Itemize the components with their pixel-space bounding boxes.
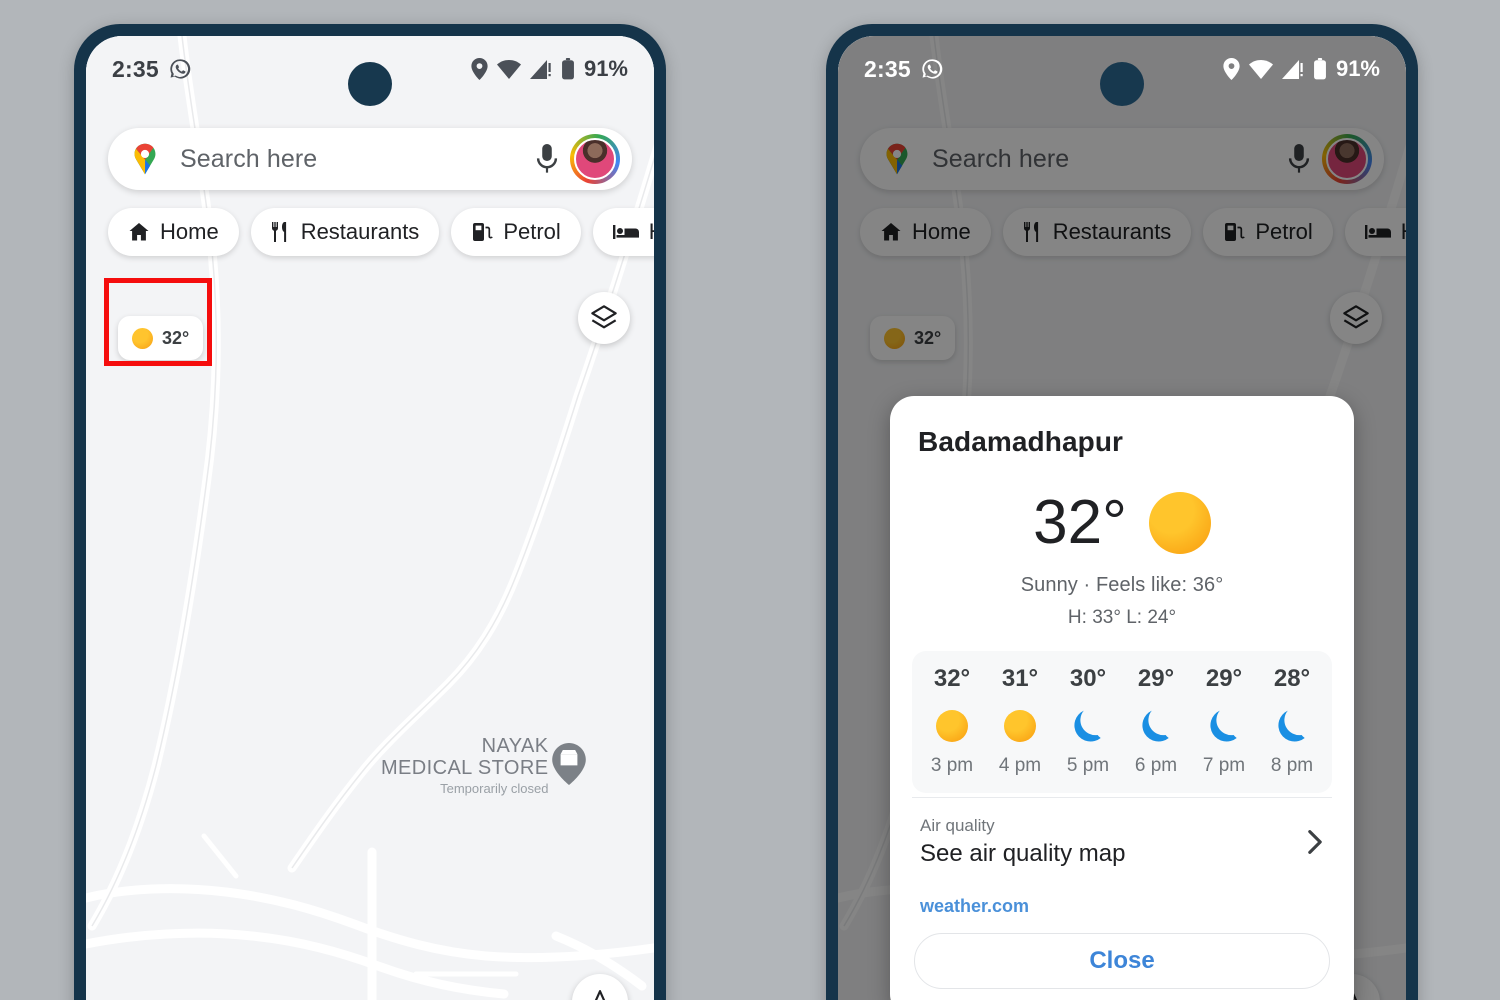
chip-petrol[interactable]: Petrol	[451, 208, 581, 256]
status-right-group: 91%	[471, 56, 628, 82]
hourly-temp: 28°	[1273, 665, 1311, 692]
camera-notch	[1100, 62, 1144, 106]
phone-left: NAYAK MEDICAL STORE Temporarily closed 2…	[74, 24, 666, 1000]
layers-button[interactable]	[578, 292, 630, 344]
hourly-temp: 29°	[1137, 665, 1175, 692]
chip-hotels[interactable]: Hotels	[592, 208, 654, 256]
hourly-temp: 32°	[933, 665, 971, 692]
phone-right-screen: 2:35 91% Search here Home Restaurants Pe…	[838, 36, 1406, 1000]
hotel-bed-icon	[612, 222, 639, 242]
hourly-item[interactable]: 29° 6 pm	[1122, 665, 1190, 777]
location-icon	[471, 58, 488, 80]
condition-summary: Sunny · Feels like: 36°	[1020, 574, 1224, 596]
location-icon	[1223, 58, 1240, 80]
microphone-icon[interactable]	[536, 144, 558, 174]
air-quality-text: Air quality See air quality map	[920, 816, 1306, 868]
status-right-group: 91%	[1223, 56, 1380, 82]
weather-dialog: Badamadhapur 32° Sunny · Feels like: 36°…	[890, 396, 1354, 1000]
hourly-forecast: 32° 3 pm 31° 4 pm 30° 5 pm 29° 6 pm 29° …	[912, 651, 1332, 793]
fuel-pump-icon	[471, 221, 494, 243]
hourly-item[interactable]: 28° 8 pm	[1258, 665, 1326, 777]
search-bar[interactable]: Search here	[108, 128, 632, 190]
hourly-time: 5 pm	[1066, 755, 1110, 776]
layers-icon	[590, 304, 618, 332]
weather-chip[interactable]: 32°	[118, 316, 204, 360]
sun-icon	[1148, 492, 1211, 554]
high-low-label: H: 33° L: 24°	[1067, 607, 1177, 628]
sun-icon	[986, 703, 1054, 749]
store-pin-icon	[552, 742, 587, 790]
battery-percent-label: 91%	[1335, 56, 1380, 81]
hourly-item[interactable]: 30° 5 pm	[1054, 665, 1122, 777]
restaurant-icon	[271, 221, 291, 243]
current-temp: 32°	[1033, 488, 1127, 557]
current-conditions: 32°	[890, 492, 1354, 554]
clock-label: 2:35	[864, 55, 911, 82]
signal-icon	[1281, 59, 1304, 79]
clock-label: 2:35	[112, 55, 159, 82]
air-quality-label: Air quality	[920, 816, 995, 835]
home-icon	[128, 221, 150, 243]
hourly-time: 6 pm	[1134, 755, 1178, 776]
chip-label: Home	[160, 219, 219, 244]
hourly-temp: 29°	[1205, 665, 1243, 692]
phone-right: 2:35 91% Search here Home Restaurants Pe…	[826, 24, 1418, 1000]
map-poi-nayak-medical-store[interactable]: NAYAK MEDICAL STORE Temporarily closed	[381, 735, 587, 797]
status-left-group: 2:35	[864, 56, 943, 83]
search-input[interactable]: Search here	[180, 145, 536, 174]
chip-restaurants[interactable]: Restaurants	[250, 208, 440, 256]
avatar[interactable]	[570, 134, 620, 184]
sun-icon	[132, 327, 153, 349]
chip-label: Restaurants	[300, 219, 420, 244]
hourly-temp: 30°	[1069, 665, 1107, 692]
my-location-icon	[587, 989, 613, 1000]
avatar-image	[574, 138, 616, 180]
status-left-group: 2:35	[112, 56, 191, 83]
hourly-time: 3 pm	[930, 755, 974, 776]
chip-home[interactable]: Home	[108, 208, 239, 256]
whatsapp-icon	[921, 58, 943, 80]
battery-icon	[561, 58, 575, 80]
phone-left-screen: NAYAK MEDICAL STORE Temporarily closed 2…	[86, 36, 654, 1000]
moon-icon	[1122, 703, 1190, 749]
hourly-item[interactable]: 31° 4 pm	[986, 665, 1054, 777]
hourly-time: 4 pm	[998, 755, 1042, 776]
hourly-temp: 31°	[1001, 665, 1039, 692]
poi-label: NAYAK MEDICAL STORE Temporarily closed	[381, 735, 549, 797]
weather-source-link[interactable]: weather.com	[890, 882, 1354, 917]
battery-icon	[1313, 58, 1327, 80]
battery-percent-label: 91%	[583, 56, 628, 81]
moon-icon	[1054, 703, 1122, 749]
chip-label: Petrol	[503, 219, 561, 244]
hourly-item[interactable]: 29° 7 pm	[1190, 665, 1258, 777]
weather-chip-temp: 32°	[162, 327, 190, 348]
hourly-time: 8 pm	[1270, 755, 1314, 776]
screenshot-canvas: NAYAK MEDICAL STORE Temporarily closed 2…	[0, 0, 1500, 1000]
air-quality-row[interactable]: Air quality See air quality map	[912, 797, 1332, 882]
signal-icon	[529, 59, 552, 79]
wifi-icon	[496, 59, 521, 79]
chip-label: Hotels	[649, 219, 654, 245]
moon-icon	[1190, 703, 1258, 749]
dialog-title: Badamadhapur	[918, 426, 1124, 457]
close-button[interactable]: Close	[914, 933, 1330, 989]
poi-line2: MEDICAL STORE	[381, 756, 549, 779]
chevron-right-icon	[1306, 829, 1324, 855]
hourly-item[interactable]: 32° 3 pm	[918, 665, 986, 777]
moon-icon	[1258, 703, 1326, 749]
wifi-icon	[1248, 59, 1273, 79]
sun-icon	[918, 703, 986, 749]
google-maps-pin-icon	[126, 140, 164, 178]
whatsapp-icon	[169, 58, 191, 80]
hourly-time: 7 pm	[1202, 755, 1246, 776]
poi-line1: NAYAK	[481, 735, 549, 757]
poi-status: Temporarily closed	[440, 781, 549, 797]
camera-notch	[348, 62, 392, 106]
air-quality-value: See air quality map	[920, 840, 1126, 867]
category-chips: Home Restaurants Petrol	[108, 208, 654, 256]
